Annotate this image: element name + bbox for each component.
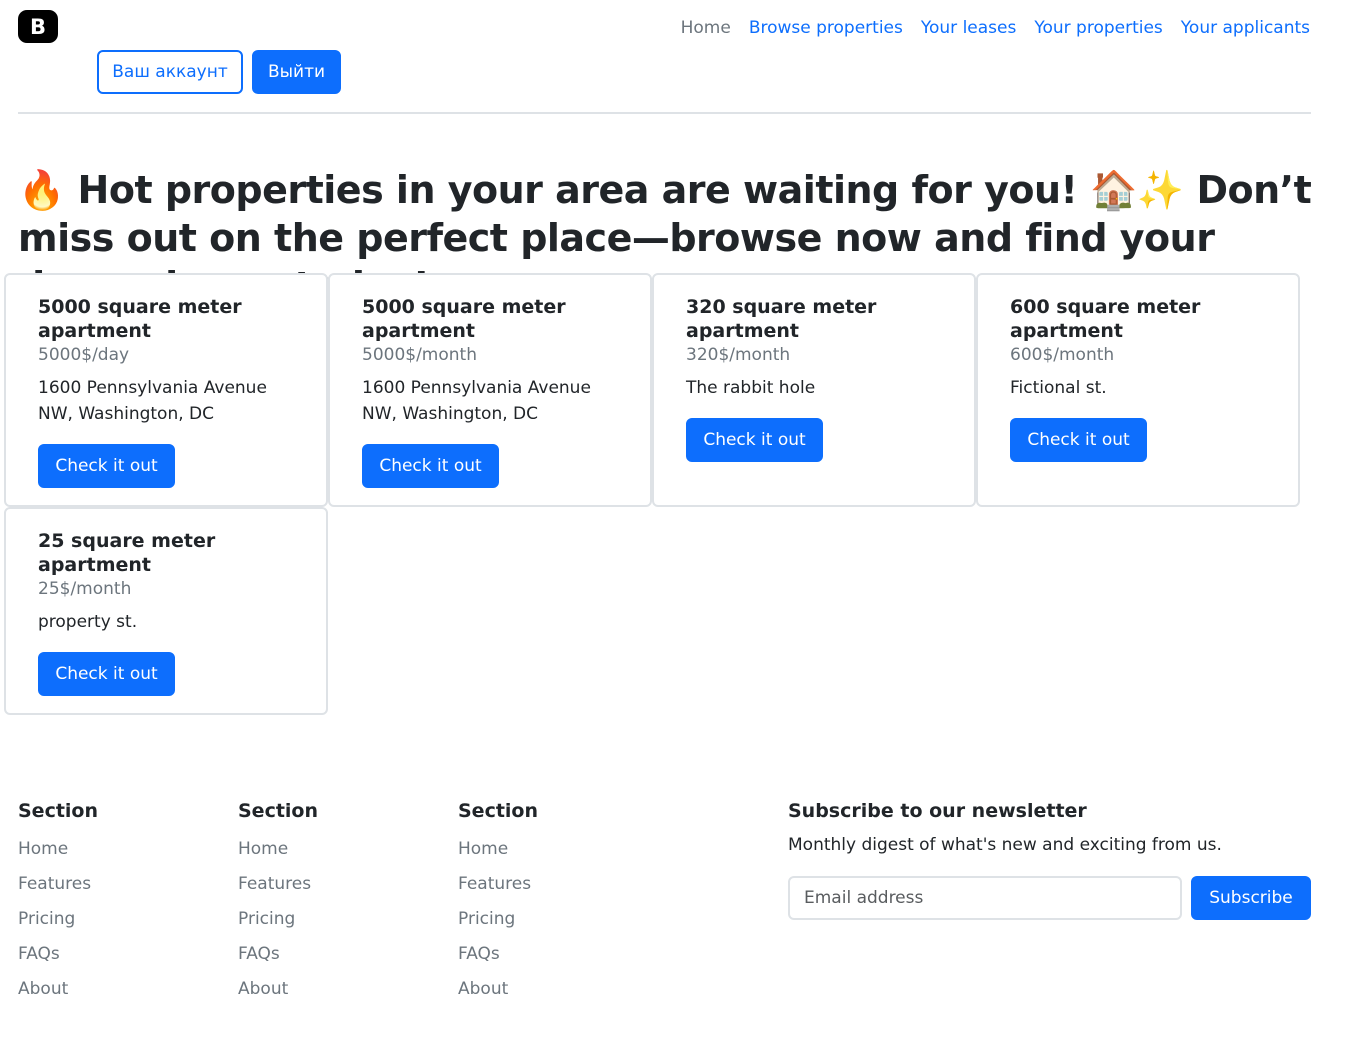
- check-it-out-button[interactable]: Check it out: [362, 444, 499, 488]
- header-divider: [18, 112, 1311, 114]
- nav-your-leases[interactable]: Your leases: [921, 18, 1016, 38]
- property-price: 320$/month: [686, 345, 791, 365]
- nav-your-applicants[interactable]: Your applicants: [1181, 18, 1310, 38]
- property-title: 600 square meter apartment: [1010, 296, 1201, 342]
- footer-section-heading: Section: [458, 800, 539, 822]
- logo-letter: B: [29, 14, 46, 39]
- property-title: 5000 square meter apartment: [38, 296, 242, 342]
- footer-section-heading: Section: [18, 800, 99, 822]
- check-it-out-button[interactable]: Check it out: [38, 652, 175, 696]
- footer-link-about[interactable]: About: [458, 972, 538, 1007]
- property-address: Fictional st.: [1010, 378, 1107, 398]
- nav-browse-properties[interactable]: Browse properties: [749, 18, 903, 38]
- subscribe-button[interactable]: Subscribe: [1191, 876, 1311, 920]
- newsletter-description: Monthly digest of what's new and excitin…: [788, 835, 1222, 855]
- footer-link-about[interactable]: About: [18, 972, 98, 1007]
- footer-link-about[interactable]: About: [238, 972, 318, 1007]
- footer-section: Section Home Features Pricing FAQs About: [18, 798, 98, 1007]
- property-title: 5000 square meter apartment: [362, 296, 566, 342]
- newsletter-form: Subscribe to our newsletter Monthly dige…: [788, 798, 1311, 920]
- property-price: 600$/month: [1010, 345, 1115, 365]
- footer-link-pricing[interactable]: Pricing: [458, 902, 538, 937]
- property-address: 1600 Pennsylvania Avenue NW, Washington,…: [38, 378, 267, 424]
- property-price: 5000$/day: [38, 345, 130, 365]
- account-button[interactable]: Ваш аккаунт: [97, 50, 243, 94]
- check-it-out-button[interactable]: Check it out: [1010, 418, 1147, 462]
- footer-link-home[interactable]: Home: [458, 832, 538, 867]
- property-card: 5000 square meter apartment 5000$/day 16…: [4, 273, 328, 507]
- newsletter-input-row: Subscribe: [788, 876, 1311, 920]
- property-card: 600 square meter apartment 600$/month Fi…: [976, 273, 1300, 507]
- footer-link-faqs[interactable]: FAQs: [458, 937, 538, 972]
- check-it-out-button[interactable]: Check it out: [38, 444, 175, 488]
- property-price: 5000$/month: [362, 345, 477, 365]
- check-it-out-button[interactable]: Check it out: [686, 418, 823, 462]
- logout-button[interactable]: Выйти: [252, 50, 341, 94]
- footer-link-features[interactable]: Features: [238, 867, 318, 902]
- footer-section-heading: Section: [238, 800, 319, 822]
- footer-link-features[interactable]: Features: [18, 867, 98, 902]
- footer-link-features[interactable]: Features: [458, 867, 538, 902]
- footer-link-pricing[interactable]: Pricing: [18, 902, 98, 937]
- footer-link-faqs[interactable]: FAQs: [238, 937, 318, 972]
- footer-section: Section Home Features Pricing FAQs About: [458, 798, 538, 1007]
- property-address: 1600 Pennsylvania Avenue NW, Washington,…: [362, 378, 591, 424]
- property-card: 5000 square meter apartment 5000$/month …: [328, 273, 652, 507]
- property-address: The rabbit hole: [686, 378, 816, 398]
- property-price: 25$/month: [38, 579, 132, 599]
- property-title: 320 square meter apartment: [686, 296, 877, 342]
- nav-home[interactable]: Home: [681, 18, 731, 38]
- bootstrap-logo-icon[interactable]: B: [18, 10, 58, 43]
- property-title: 25 square meter apartment: [38, 530, 216, 576]
- property-card: 320 square meter apartment 320$/month Th…: [652, 273, 976, 507]
- property-card-grid: 5000 square meter apartment 5000$/day 16…: [4, 273, 1300, 715]
- newsletter-heading: Subscribe to our newsletter: [788, 800, 1087, 822]
- property-address: property st.: [38, 612, 138, 632]
- footer-link-faqs[interactable]: FAQs: [18, 937, 98, 972]
- footer-section: Section Home Features Pricing FAQs About: [238, 798, 318, 1007]
- top-navigation: Home Browse properties Your leases Your …: [681, 18, 1310, 38]
- footer-link-pricing[interactable]: Pricing: [238, 902, 318, 937]
- property-card: 25 square meter apartment 25$/month prop…: [4, 507, 328, 715]
- footer-link-home[interactable]: Home: [18, 832, 98, 867]
- email-input[interactable]: [788, 876, 1182, 920]
- footer-link-home[interactable]: Home: [238, 832, 318, 867]
- nav-your-properties[interactable]: Your properties: [1034, 18, 1162, 38]
